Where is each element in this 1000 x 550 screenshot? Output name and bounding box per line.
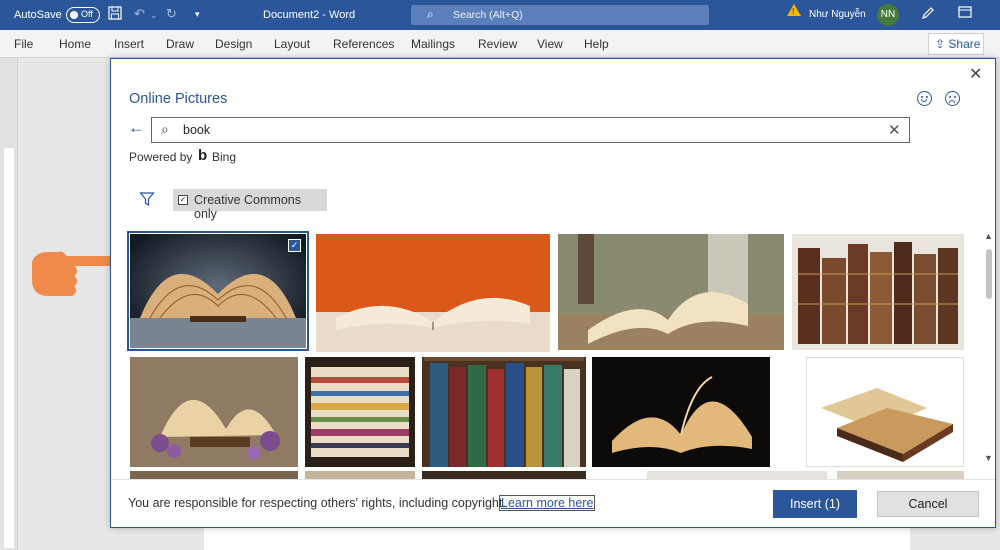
autosave-state: Off <box>81 9 93 19</box>
selected-checkbox-icon[interactable]: ✓ <box>288 239 301 252</box>
image-result[interactable] <box>130 357 298 467</box>
share-icon: ⇪ <box>935 37 946 51</box>
tab-view[interactable]: View <box>537 37 563 51</box>
image-search-input[interactable]: ⌕ book ✕ <box>151 117 910 143</box>
search-icon: ⌕ <box>427 7 434 21</box>
cancel-button[interactable]: Cancel <box>877 491 979 517</box>
copyright-notice: You are responsible for respecting other… <box>128 496 506 510</box>
pointing-hand-icon <box>24 242 116 308</box>
tab-design[interactable]: Design <box>215 37 252 51</box>
scroll-up-icon[interactable]: ▲ <box>984 231 993 241</box>
online-pictures-dialog: ✕ Online Pictures ← ⌕ book ✕ Powered by … <box>110 58 996 528</box>
ribbon-tabs: File Home Insert Draw Design Layout Refe… <box>0 30 1000 58</box>
insert-button[interactable]: Insert (1) <box>773 490 857 518</box>
toggle-knob <box>70 11 78 19</box>
image-results-grid: ✓ <box>127 231 967 471</box>
results-scrollbar[interactable]: ▲ ▼ <box>983 231 995 467</box>
image-result[interactable] <box>422 357 586 467</box>
title-bar: AutoSave Off ↶ ⌄ ↻ ▾ Document2 - Word ⌕ … <box>0 0 1000 30</box>
share-label: Share <box>948 37 981 51</box>
ribbon-display-icon[interactable] <box>958 6 972 21</box>
image-result[interactable] <box>592 357 770 467</box>
chevron-down-icon[interactable]: ⌄ <box>150 10 158 21</box>
search-value[interactable]: book <box>183 123 210 137</box>
smile-feedback-icon[interactable] <box>917 91 932 106</box>
share-button[interactable]: ⇪ Share <box>928 33 984 55</box>
dialog-title: Online Pictures <box>129 91 228 107</box>
undo-icon[interactable]: ↶ <box>134 6 145 22</box>
tab-references[interactable]: References <box>333 37 394 51</box>
vertical-ruler <box>0 58 18 550</box>
image-result[interactable] <box>837 471 964 479</box>
image-result[interactable] <box>558 234 784 350</box>
image-result[interactable] <box>422 471 586 479</box>
image-result[interactable] <box>806 357 964 467</box>
close-icon[interactable]: ✕ <box>969 64 982 84</box>
image-result[interactable] <box>647 471 827 479</box>
image-result[interactable]: ✓ <box>127 231 309 351</box>
search-box[interactable]: ⌕ Search (Alt+Q) <box>411 5 709 25</box>
document-title: Document2 - Word <box>263 9 356 21</box>
image-result[interactable] <box>792 234 964 350</box>
tab-draw[interactable]: Draw <box>166 37 194 51</box>
frown-feedback-icon[interactable] <box>945 91 960 106</box>
redo-icon[interactable]: ↻ <box>166 6 177 22</box>
back-arrow-icon[interactable]: ← <box>128 118 145 138</box>
footer-divider <box>111 479 995 480</box>
save-icon[interactable] <box>108 6 122 23</box>
bing-logo-icon: b <box>198 147 208 164</box>
customize-toolbar-icon[interactable]: ▾ <box>195 9 200 20</box>
filter-icon[interactable] <box>139 191 155 207</box>
tab-layout[interactable]: Layout <box>274 37 310 51</box>
tab-file[interactable]: File <box>14 37 33 51</box>
tab-mailings[interactable]: Mailings <box>411 37 455 51</box>
search-icon: ⌕ <box>161 121 169 137</box>
search-placeholder: Search (Alt+Q) <box>453 9 523 21</box>
image-result[interactable] <box>316 234 550 352</box>
bing-label: Bing <box>212 150 237 164</box>
image-result[interactable] <box>305 471 415 479</box>
powered-by-label: Powered by <box>129 150 193 164</box>
tab-help[interactable]: Help <box>584 37 609 51</box>
ruler-page-area <box>4 148 14 548</box>
image-result[interactable] <box>305 357 415 467</box>
autosave-toggle[interactable]: Off <box>66 7 100 23</box>
scroll-down-icon[interactable]: ▼ <box>984 453 993 463</box>
autosave-label: AutoSave <box>14 9 62 21</box>
warning-exclamation: ! <box>792 7 795 16</box>
tab-insert[interactable]: Insert <box>114 37 144 51</box>
creative-commons-filter[interactable]: ✓ Creative Commons only <box>173 189 327 221</box>
tab-home[interactable]: Home <box>59 37 91 51</box>
avatar[interactable]: NN <box>877 4 899 26</box>
tab-review[interactable]: Review <box>478 37 517 51</box>
clear-search-icon[interactable]: ✕ <box>888 121 901 139</box>
learn-more-link[interactable]: Learn more here <box>499 495 596 511</box>
image-result[interactable] <box>130 471 298 479</box>
creative-commons-label: Creative Commons only <box>194 193 301 221</box>
user-name[interactable]: Như Nguyễn <box>809 9 866 20</box>
checkbox-checked-icon[interactable]: ✓ <box>178 195 188 205</box>
scroll-thumb[interactable] <box>986 249 992 299</box>
image-results-row-partial <box>127 471 967 479</box>
pen-icon[interactable] <box>921 6 935 23</box>
